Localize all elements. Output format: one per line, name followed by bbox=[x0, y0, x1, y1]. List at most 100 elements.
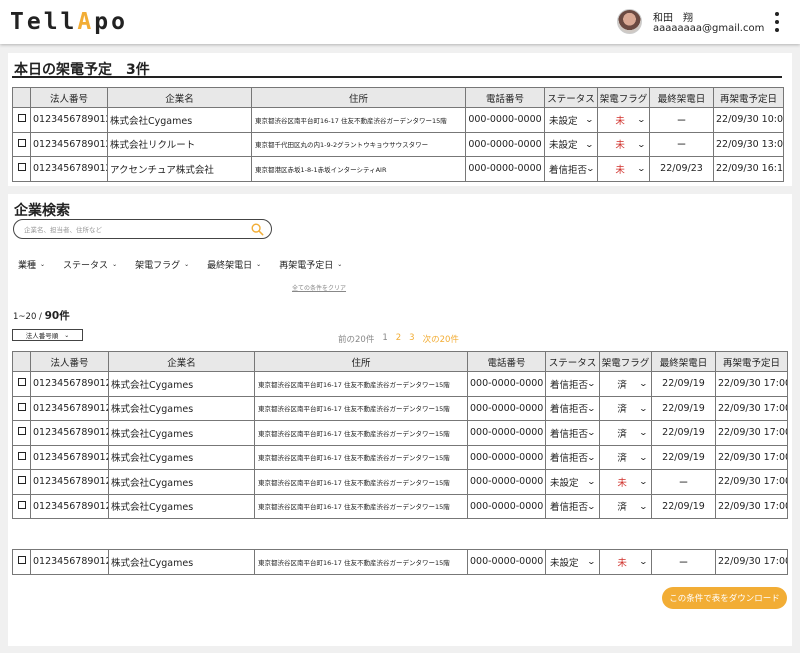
table-row[interactable]: 01234567890123株式会社Cygames東京都渋谷区南平台町16-17… bbox=[12, 469, 788, 495]
row-checkbox[interactable] bbox=[12, 469, 31, 495]
status-select[interactable]: 着信拒否 ⌄ bbox=[545, 444, 600, 470]
call-flag-dropdown[interactable]: 未 ⌄ bbox=[600, 162, 647, 176]
app-logo[interactable]: TellApo bbox=[10, 9, 128, 35]
call-flag-dropdown[interactable]: 済 ⌄ bbox=[602, 499, 649, 514]
call-flag-dropdown[interactable]: 未 ⌄ bbox=[600, 113, 647, 127]
checkbox-box[interactable] bbox=[17, 138, 26, 147]
status-select[interactable]: 着信拒否 ⌄ bbox=[544, 156, 598, 182]
status-select[interactable]: 未設定 ⌄ bbox=[545, 469, 600, 495]
prev-page-link[interactable]: 前の20件 bbox=[338, 333, 374, 345]
checkbox-box[interactable] bbox=[17, 163, 26, 172]
filter-dropdown[interactable]: 最終架電日 ⌄ bbox=[207, 258, 261, 271]
company-name[interactable]: 株式会社Cygames bbox=[107, 107, 252, 133]
company-name[interactable]: 株式会社リクルート bbox=[107, 131, 252, 157]
table-row[interactable]: 01234567890123株式会社Cygames東京都渋谷区南平台町16-17… bbox=[12, 395, 788, 421]
status-dropdown[interactable]: 着信拒否 ⌄ bbox=[548, 426, 597, 440]
company-name[interactable]: 株式会社Cygames bbox=[108, 395, 255, 421]
row-checkbox[interactable] bbox=[12, 131, 31, 157]
company-name[interactable]: 株式会社Cygames bbox=[108, 420, 255, 446]
call-flag-dropdown[interactable]: 未 ⌄ bbox=[602, 475, 649, 489]
call-flag-select[interactable]: 未 ⌄ bbox=[599, 549, 652, 575]
company-name[interactable]: 株式会社Cygames bbox=[108, 444, 255, 470]
row-checkbox[interactable] bbox=[12, 493, 31, 519]
checkbox-box[interactable] bbox=[17, 114, 26, 123]
row-checkbox[interactable] bbox=[12, 107, 31, 133]
search-box[interactable] bbox=[13, 219, 272, 239]
checkbox-box[interactable] bbox=[17, 556, 26, 565]
table-row[interactable]: 01234567890123株式会社Cygames東京都渋谷区南平台町16-17… bbox=[12, 107, 784, 133]
search-input[interactable] bbox=[24, 223, 244, 236]
call-flag-dropdown[interactable]: 済 ⌄ bbox=[602, 377, 649, 391]
sort-select[interactable]: 法人番号順 ⌄ bbox=[12, 329, 83, 341]
status-select[interactable]: 着信拒否 ⌄ bbox=[545, 395, 600, 421]
call-flag-dropdown[interactable]: 未 ⌄ bbox=[600, 137, 647, 152]
status-dropdown[interactable]: 未設定 ⌄ bbox=[548, 555, 597, 569]
call-flag-select[interactable]: 未 ⌄ bbox=[597, 131, 650, 157]
status-dropdown[interactable]: 着信拒否 ⌄ bbox=[548, 401, 597, 416]
row-checkbox[interactable] bbox=[12, 156, 31, 182]
table-row[interactable]: 01234567890123株式会社Cygames東京都渋谷区南平台町16-17… bbox=[12, 371, 788, 397]
avatar[interactable] bbox=[617, 9, 642, 34]
chevron-down-icon: ⌄ bbox=[586, 557, 597, 567]
checkbox-box[interactable] bbox=[17, 451, 26, 460]
status-select[interactable]: 未設定 ⌄ bbox=[544, 107, 598, 133]
next-page-link[interactable]: 次の20件 bbox=[423, 333, 459, 345]
status-dropdown[interactable]: 着信拒否 ⌄ bbox=[548, 499, 597, 514]
call-flag-select[interactable]: 未 ⌄ bbox=[597, 156, 650, 182]
filter-dropdown[interactable]: 架電フラグ ⌄ bbox=[135, 258, 189, 271]
status-dropdown[interactable]: 着信拒否 ⌄ bbox=[548, 450, 597, 465]
checkbox-box[interactable] bbox=[17, 476, 26, 485]
status-dropdown[interactable]: 着信拒否 ⌄ bbox=[548, 377, 597, 391]
call-flag-select[interactable]: 未 ⌄ bbox=[597, 107, 650, 133]
company-name[interactable]: 株式会社Cygames bbox=[108, 371, 255, 397]
status-dropdown[interactable]: 未設定 ⌄ bbox=[547, 113, 595, 127]
checkbox-box[interactable] bbox=[17, 402, 26, 411]
call-flag-dropdown[interactable]: 済 ⌄ bbox=[602, 401, 649, 416]
page-link[interactable]: 2 bbox=[396, 333, 401, 345]
call-flag-select[interactable]: 済 ⌄ bbox=[599, 420, 652, 446]
status-dropdown[interactable]: 着信拒否 ⌄ bbox=[547, 162, 595, 176]
call-flag-select[interactable]: 済 ⌄ bbox=[599, 371, 652, 397]
table-row[interactable]: 01234567890123株式会社Cygames東京都渋谷区南平台町16-17… bbox=[12, 444, 788, 470]
clear-filters-link[interactable]: 全ての条件をクリア bbox=[292, 283, 346, 292]
status-dropdown[interactable]: 未設定 ⌄ bbox=[548, 475, 597, 489]
download-button[interactable]: この条件で表をダウンロード bbox=[662, 587, 787, 609]
call-flag-dropdown[interactable]: 未 ⌄ bbox=[602, 555, 649, 569]
table-row[interactable]: 01234567890123株式会社Cygames東京都渋谷区南平台町16-17… bbox=[12, 493, 788, 519]
row-checkbox[interactable] bbox=[12, 549, 31, 575]
table-row[interactable]: 01234567890123株式会社Cygames東京都渋谷区南平台町16-17… bbox=[12, 549, 788, 575]
filter-dropdown[interactable]: 業種 ⌄ bbox=[18, 258, 45, 271]
row-checkbox[interactable] bbox=[12, 371, 31, 397]
table-row[interactable]: 01234567890123株式会社Cygames東京都渋谷区南平台町16-17… bbox=[12, 420, 788, 446]
status-select[interactable]: 未設定 ⌄ bbox=[544, 131, 598, 157]
status-select[interactable]: 着信拒否 ⌄ bbox=[545, 371, 600, 397]
call-flag-select[interactable]: 済 ⌄ bbox=[599, 444, 652, 470]
call-flag-select[interactable]: 未 ⌄ bbox=[599, 469, 652, 495]
filter-dropdown[interactable]: 再架電予定日 ⌄ bbox=[279, 258, 342, 271]
company-name[interactable]: 株式会社Cygames bbox=[108, 493, 255, 519]
status-select[interactable]: 着信拒否 ⌄ bbox=[545, 420, 600, 446]
status-select[interactable]: 着信拒否 ⌄ bbox=[545, 493, 600, 519]
page-link[interactable]: 3 bbox=[409, 333, 414, 345]
checkbox-box[interactable] bbox=[17, 500, 26, 509]
checkbox-box[interactable] bbox=[17, 378, 26, 387]
row-checkbox[interactable] bbox=[12, 444, 31, 470]
table-row[interactable]: 01234567890123アクセンチュア株式会社東京都港区赤坂1-8-1赤坂イ… bbox=[12, 156, 784, 182]
filter-dropdown[interactable]: ステータス ⌄ bbox=[63, 258, 117, 271]
table-row[interactable]: 01234567890123株式会社リクルート東京都千代田区丸の内1-9-2グラ… bbox=[12, 131, 784, 157]
company-name[interactable]: アクセンチュア株式会社 bbox=[107, 156, 252, 182]
search-icon[interactable] bbox=[251, 223, 264, 236]
status-dropdown[interactable]: 未設定 ⌄ bbox=[547, 137, 595, 152]
company-name[interactable]: 株式会社Cygames bbox=[108, 469, 255, 495]
row-checkbox[interactable] bbox=[12, 395, 31, 421]
checkbox-box[interactable] bbox=[17, 427, 26, 436]
status-select[interactable]: 未設定 ⌄ bbox=[545, 549, 600, 575]
call-flag-select[interactable]: 済 ⌄ bbox=[599, 493, 652, 519]
kebab-menu-icon[interactable] bbox=[772, 12, 782, 32]
row-checkbox[interactable] bbox=[12, 420, 31, 446]
company-name[interactable]: 株式会社Cygames bbox=[108, 549, 255, 575]
call-flag-dropdown[interactable]: 済 ⌄ bbox=[602, 426, 649, 440]
call-flag-dropdown[interactable]: 済 ⌄ bbox=[602, 450, 649, 465]
call-flag-select[interactable]: 済 ⌄ bbox=[599, 395, 652, 421]
page-link[interactable]: 1 bbox=[382, 333, 387, 345]
